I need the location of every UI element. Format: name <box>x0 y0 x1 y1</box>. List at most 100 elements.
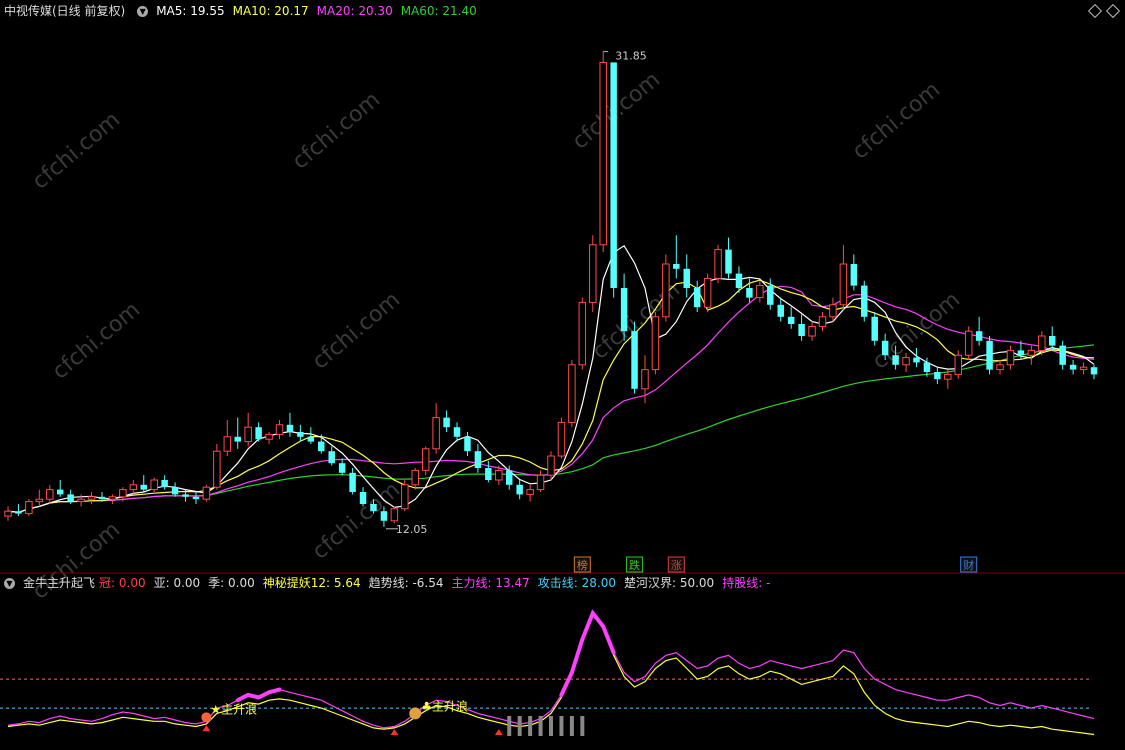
candle-body <box>829 304 837 318</box>
zhuli-label: 主力线: 13.47 <box>451 576 530 590</box>
signal-bar <box>569 716 574 736</box>
candle-body <box>98 496 106 500</box>
candle-body <box>871 316 878 341</box>
candle-body <box>495 469 503 481</box>
candle-body <box>182 494 189 497</box>
candle-body <box>641 369 649 390</box>
candle-body <box>432 417 440 450</box>
low-label: 12.05 <box>396 523 428 536</box>
candle-body <box>4 510 12 517</box>
candle-body <box>15 511 22 514</box>
candle-body <box>954 354 962 375</box>
signal-dot <box>409 707 422 720</box>
candle-body <box>474 451 482 468</box>
candle-body <box>516 484 523 495</box>
candle-body <box>1069 364 1077 370</box>
candle-body <box>735 273 743 288</box>
candle-body <box>464 436 471 452</box>
candle-body <box>850 264 858 286</box>
candle-body <box>286 424 294 432</box>
candle <box>390 506 399 524</box>
candle <box>568 360 576 428</box>
candle-body <box>703 277 712 308</box>
candle-body <box>547 455 555 476</box>
candle-body <box>683 268 690 288</box>
indicator-name[interactable]: 金牛主升起飞 <box>23 576 95 590</box>
candle-body <box>996 364 1004 371</box>
candle-body <box>338 463 346 473</box>
candle-body <box>443 417 450 428</box>
candle-body <box>411 469 419 486</box>
candle-body <box>390 508 399 522</box>
stock-chart: cfchi.com cfchi.com cfchi.comcfchi.com cfch… <box>0 0 1125 750</box>
event-marker-text[interactable]: 跌 <box>629 558 640 572</box>
candle-body <box>975 331 983 341</box>
candle-body <box>861 285 868 317</box>
candle-body <box>964 330 973 356</box>
candle-body <box>223 436 232 452</box>
event-marker-text[interactable]: 财 <box>963 558 974 572</box>
candle-body <box>275 424 284 435</box>
candle-body <box>808 325 816 337</box>
signal-bar <box>549 716 553 736</box>
main-header: 中视传媒(日线 前复权) ▼ MA5: 19.55 MA10: 20.17 MA20: … <box>0 0 1125 22</box>
candle <box>557 417 566 459</box>
candle-body <box>777 304 784 317</box>
candle <box>202 484 211 502</box>
signal-bar <box>559 716 564 736</box>
candle-body <box>578 301 587 366</box>
candle-body <box>67 494 74 502</box>
candle <box>599 51 607 252</box>
candle-body <box>421 448 430 471</box>
chuhe-label: 楚河汉界: 50.00 <box>623 576 715 590</box>
candle-body <box>359 492 367 504</box>
candle <box>651 312 660 375</box>
candle <box>714 244 722 284</box>
candle-body <box>255 427 262 440</box>
candle-body <box>349 472 356 492</box>
candle-body <box>673 264 680 269</box>
candle-body <box>35 498 44 503</box>
candle-body <box>1090 367 1098 375</box>
candle-body <box>485 468 492 480</box>
candle-body <box>714 249 722 279</box>
candle-body <box>453 427 461 437</box>
candle-body <box>913 357 920 363</box>
candle-body <box>557 421 566 457</box>
candle-body <box>234 436 241 442</box>
candle-body <box>536 474 545 491</box>
candle-body <box>161 480 168 488</box>
event-marker-text[interactable]: 榜 <box>577 558 588 572</box>
candle <box>25 499 33 516</box>
qushi-label: 趋势线: -6.54 <box>368 576 444 590</box>
settings-icon[interactable]: ▼ <box>137 6 149 17</box>
candle-body <box>108 496 117 500</box>
candle-body <box>370 504 377 512</box>
candle-body <box>725 249 732 274</box>
candle-body <box>401 484 409 510</box>
candle-body <box>620 288 628 332</box>
ma20-label: MA20: 20.30 <box>316 4 393 18</box>
candle-body <box>923 362 931 372</box>
candle <box>547 451 555 480</box>
candle-body <box>1059 345 1066 365</box>
event-marker-text[interactable]: 涨 <box>671 559 682 572</box>
candle-body <box>150 479 158 491</box>
candle-body <box>1038 335 1046 351</box>
candle-body <box>119 489 127 498</box>
candle-body <box>297 432 304 437</box>
indicator-settings-icon[interactable]: ▼ <box>4 578 15 589</box>
candle-body <box>787 316 795 324</box>
candle-body <box>171 487 179 495</box>
candle <box>150 477 158 492</box>
candle <box>964 326 973 360</box>
chigu-label: 持股线: - <box>722 576 771 590</box>
candle-body <box>526 489 534 495</box>
stock-title: 中视传媒(日线 前复权) <box>4 4 126 18</box>
candle-body <box>1079 366 1088 371</box>
candle <box>954 350 962 380</box>
candle-body <box>610 62 617 289</box>
candle-body <box>986 340 993 370</box>
candle-body <box>589 244 597 303</box>
candle-body <box>756 285 764 299</box>
